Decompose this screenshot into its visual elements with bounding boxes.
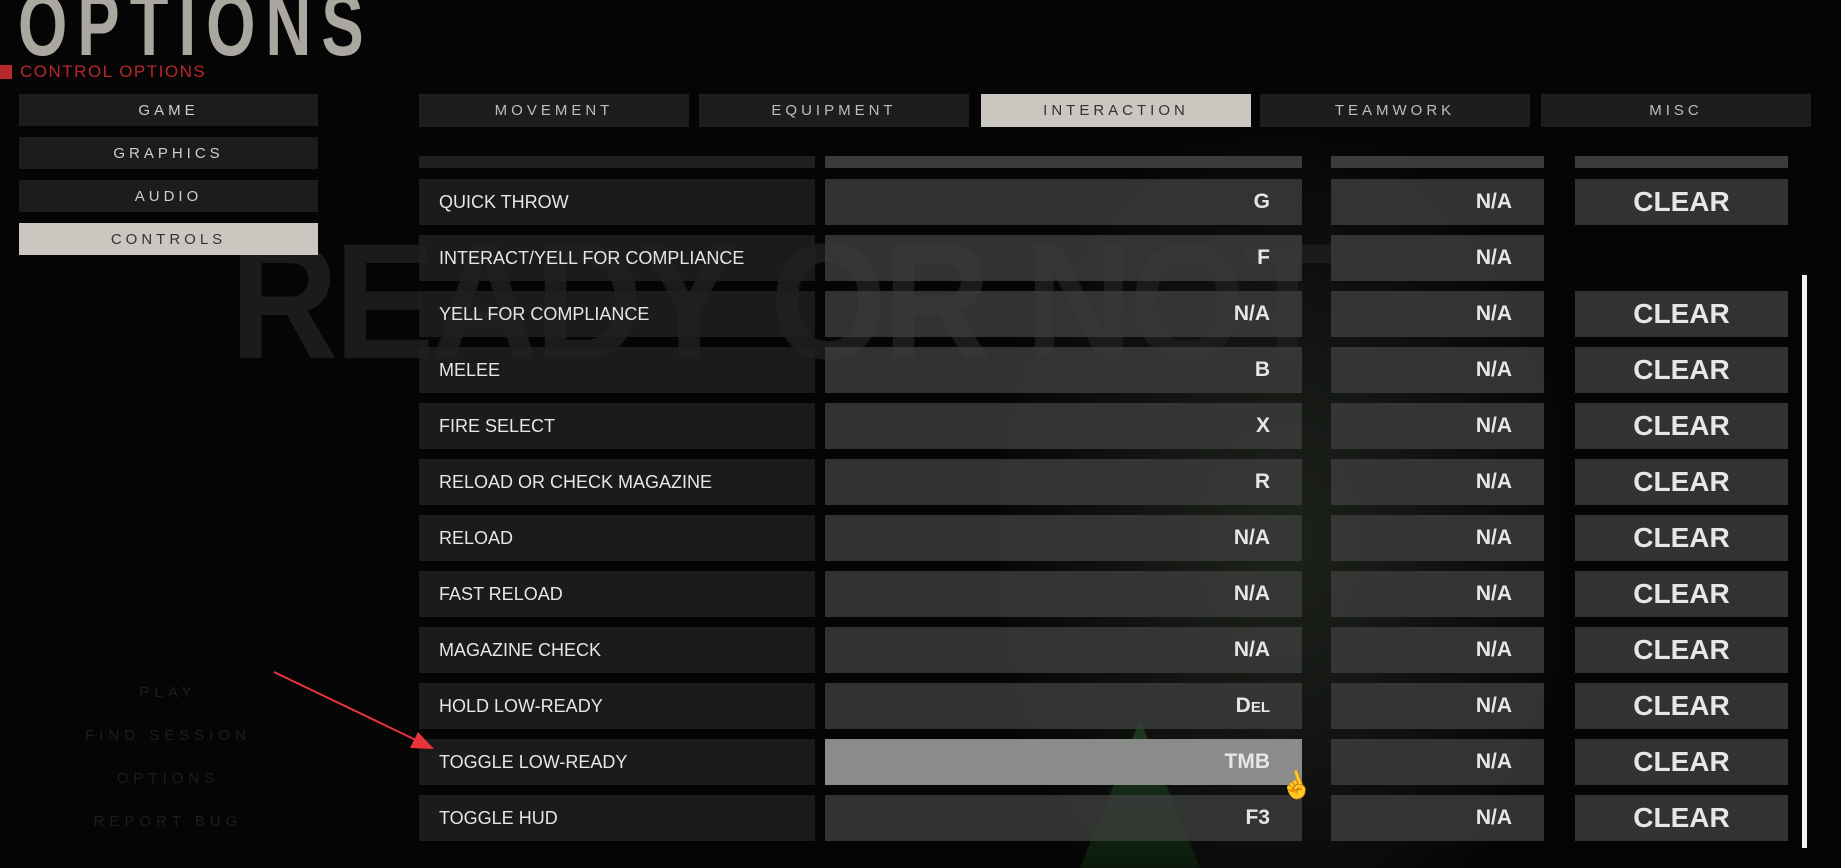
annotation-arrow bbox=[273, 671, 434, 749]
